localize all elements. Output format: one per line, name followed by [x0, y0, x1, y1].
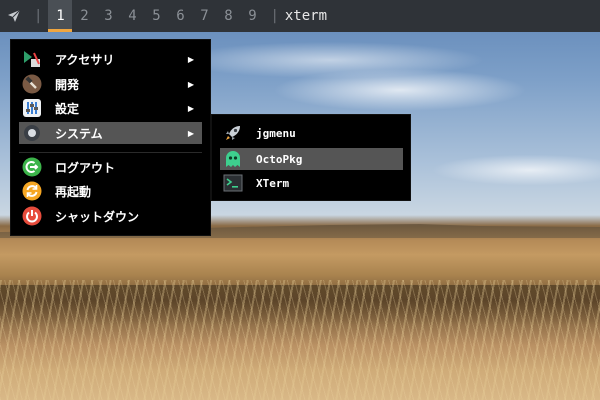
- menu-item-label: システム: [55, 126, 103, 141]
- submenu-item-label: jgmenu: [256, 126, 296, 140]
- menu-item-label: アクセサリ: [55, 52, 115, 67]
- workspace-6[interactable]: 6: [168, 0, 192, 32]
- octopkg-ghost-icon: [222, 148, 244, 170]
- workspace-5[interactable]: 5: [144, 0, 168, 32]
- wallpaper-grass: [0, 280, 600, 400]
- accessories-icon: [21, 48, 43, 70]
- menu-item-logout[interactable]: ログアウト: [19, 156, 202, 178]
- main-menu: アクセサリ ▶ 開発 ▶ 設定 ▶ システム ▶ ログアウト 再起動 シャットダ…: [11, 40, 210, 235]
- workspace-9[interactable]: 9: [240, 0, 264, 32]
- submenu-item-octopkg[interactable]: OctoPkg: [220, 148, 403, 170]
- submenu-arrow-icon: ▶: [187, 103, 194, 113]
- active-window-title[interactable]: xterm: [285, 8, 327, 24]
- system-icon: [21, 122, 43, 144]
- system-submenu: jgmenu OctoPkg XTerm: [212, 115, 410, 200]
- workspace-7[interactable]: 7: [192, 0, 216, 32]
- power-icon: [21, 205, 43, 227]
- submenu-arrow-icon: ▶: [187, 54, 194, 64]
- logout-icon: [21, 156, 43, 178]
- submenu-item-xterm[interactable]: XTerm: [220, 172, 403, 194]
- workspace-4[interactable]: 4: [120, 0, 144, 32]
- rocket-icon: [222, 122, 244, 144]
- workspace-3[interactable]: 3: [96, 0, 120, 32]
- menu-item-shutdown[interactable]: シャットダウン: [19, 205, 202, 227]
- reboot-icon: [21, 180, 43, 202]
- submenu-item-jgmenu[interactable]: jgmenu: [220, 122, 403, 144]
- submenu-arrow-icon: ▶: [187, 79, 194, 89]
- panel-separator: |: [270, 8, 279, 24]
- menu-item-settings[interactable]: 設定 ▶: [19, 97, 202, 119]
- menu-item-development[interactable]: 開発 ▶: [19, 73, 202, 95]
- hammer-icon: [21, 73, 43, 95]
- settings-icon: [21, 97, 43, 119]
- submenu-item-label: OctoPkg: [256, 152, 303, 166]
- menu-launcher-button[interactable]: [0, 0, 28, 32]
- top-panel: | 1 2 3 4 5 6 7 8 9 | xterm: [0, 0, 600, 32]
- menu-item-label: 開発: [55, 77, 80, 92]
- menu-item-system[interactable]: システム ▶: [19, 122, 202, 144]
- menu-item-label: 再起動: [55, 184, 92, 199]
- menu-item-label: 設定: [55, 101, 80, 116]
- workspace-2[interactable]: 2: [72, 0, 96, 32]
- workspace-switcher: 1 2 3 4 5 6 7 8 9: [48, 0, 264, 32]
- workspace-8[interactable]: 8: [216, 0, 240, 32]
- panel-separator: |: [34, 8, 43, 24]
- menu-item-reboot[interactable]: 再起動: [19, 180, 202, 202]
- terminal-icon: [222, 172, 244, 194]
- workspace-1[interactable]: 1: [48, 0, 73, 32]
- paper-plane-icon: [8, 9, 21, 22]
- submenu-item-label: XTerm: [256, 176, 290, 190]
- menu-item-accessories[interactable]: アクセサリ ▶: [19, 48, 202, 70]
- submenu-arrow-icon: ▶: [187, 128, 194, 138]
- menu-item-label: シャットダウン: [55, 209, 140, 224]
- menu-item-label: ログアウト: [55, 160, 116, 175]
- menu-separator: [19, 152, 202, 153]
